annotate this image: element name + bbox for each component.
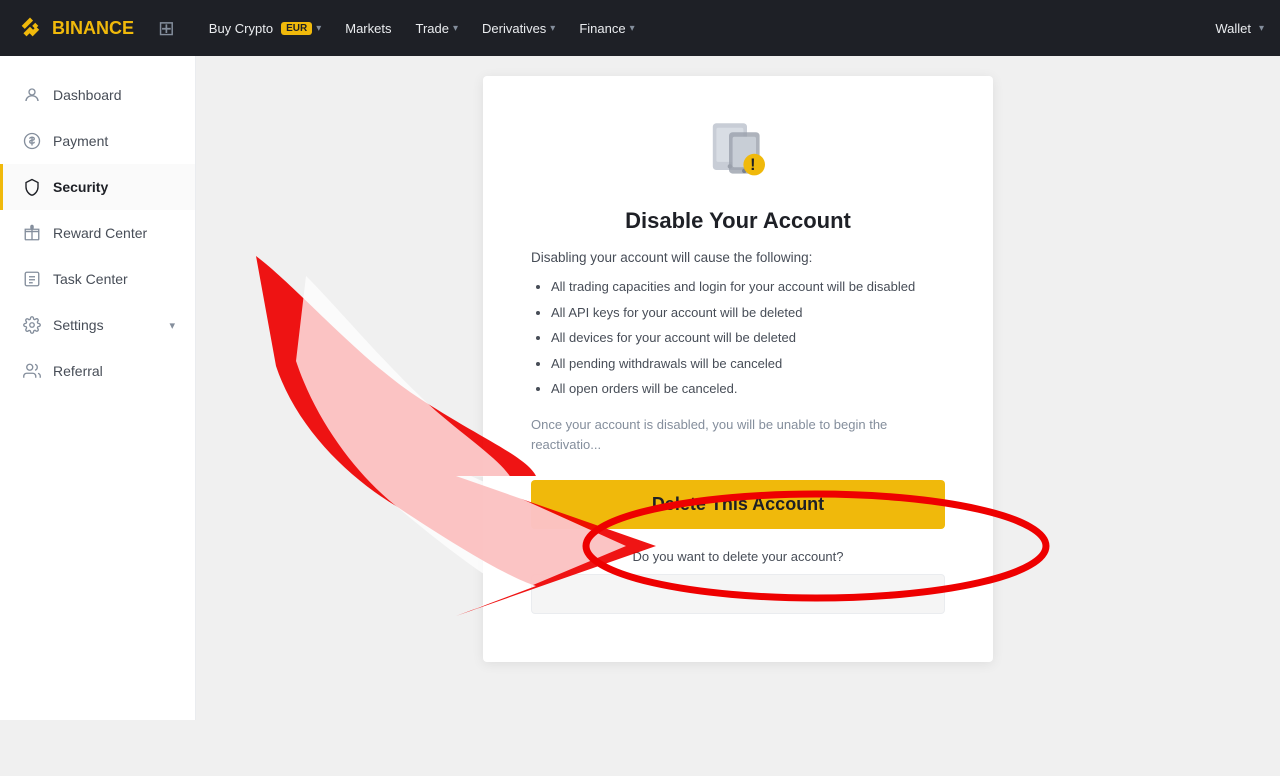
main-layout: Dashboard Payment Security [0,56,1280,720]
list-item: All trading capacities and login for you… [551,277,945,297]
shield-icon [23,178,41,196]
list-item: All devices for your account will be del… [551,328,945,348]
list-item: All open orders will be canceled. [551,379,945,399]
sidebar-label-referral: Referral [53,363,103,379]
gift-icon [23,224,41,242]
currency-badge: EUR [281,22,312,35]
svg-text:!: ! [750,156,755,174]
modal-input-wrap [531,574,945,614]
nav-trade[interactable]: Trade ▾ [405,0,468,56]
sidebar-label-reward: Reward Center [53,225,147,241]
sidebar-label-dashboard: Dashboard [53,87,122,103]
modal-subtitle: Disabling your account will cause the fo… [531,250,945,265]
delete-account-button[interactable]: Delete This Account [531,480,945,529]
sidebar-item-dashboard[interactable]: Dashboard [0,72,195,118]
nav-links: Buy Crypto EUR ▾ Markets Trade ▾ Derivat… [199,0,1192,56]
sidebar-item-security[interactable]: Security [0,164,195,210]
list-item: All pending withdrawals will be canceled [551,354,945,374]
nav-finance[interactable]: Finance ▾ [569,0,644,56]
account-warning-icon: ! [702,116,774,188]
main-content: ! Disable Your Account Disabling your ac… [196,56,1280,720]
disable-account-modal: ! Disable Your Account Disabling your ac… [483,76,993,662]
users-icon [23,362,41,380]
sidebar-label-payment: Payment [53,133,108,149]
modal-effects-list: All trading capacities and login for you… [531,277,945,399]
sidebar-item-reward[interactable]: Reward Center [0,210,195,256]
sidebar: Dashboard Payment Security [0,56,196,720]
list-icon [23,270,41,288]
settings-chevron-icon: ▾ [169,319,175,332]
sidebar-label-task: Task Center [53,271,128,287]
list-item: All API keys for your account will be de… [551,303,945,323]
sidebar-item-settings[interactable]: Settings ▾ [0,302,195,348]
chevron-down-icon: ▾ [630,23,635,34]
sidebar-item-task[interactable]: Task Center [0,256,195,302]
chevron-down-icon: ▾ [453,23,458,34]
account-input[interactable] [531,574,945,614]
modal-note: Once your account is disabled, you will … [531,415,945,457]
dollar-icon [23,132,41,150]
modal-question: Do you want to delete your account? [531,549,945,564]
nav-buy-crypto[interactable]: Buy Crypto EUR ▾ [199,0,331,56]
sidebar-label-security: Security [53,179,108,195]
modal-title: Disable Your Account [531,208,945,234]
top-navigation: BINANCE ⊞ Buy Crypto EUR ▾ Markets Trade… [0,0,1280,56]
nav-wallet[interactable]: Wallet ▾ [1215,21,1264,36]
nav-markets[interactable]: Markets [335,0,401,56]
sidebar-item-referral[interactable]: Referral [0,348,195,394]
nav-derivatives[interactable]: Derivatives ▾ [472,0,565,56]
binance-logo[interactable]: BINANCE [16,14,134,42]
sidebar-item-payment[interactable]: Payment [0,118,195,164]
modal-icon-area: ! [531,116,945,188]
chevron-down-icon: ▾ [1259,23,1264,34]
chevron-down-icon: ▾ [550,23,555,34]
person-icon [23,86,41,104]
settings-icon [23,316,41,334]
sidebar-label-settings: Settings [53,317,104,333]
chevron-down-icon: ▾ [316,23,321,34]
logo-text: BINANCE [52,18,134,39]
apps-grid-icon[interactable]: ⊞ [158,16,175,41]
